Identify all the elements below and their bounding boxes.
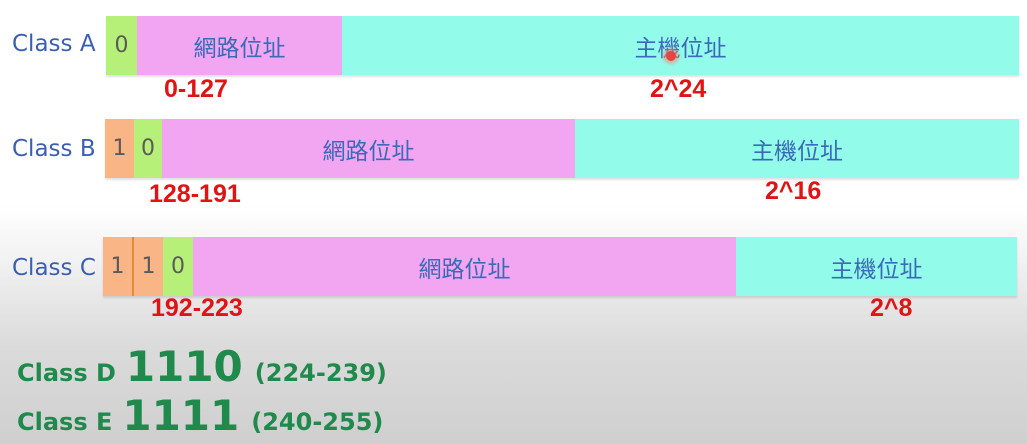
class-c-host-count: 2^8: [870, 294, 913, 322]
class-a-network-segment: 網路位址: [137, 16, 342, 75]
class-a-bar: 0 網路位址 主機位址: [106, 16, 1019, 75]
class-b-bit-1-value: 1: [112, 136, 127, 161]
class-c-bit-2: 1: [134, 237, 163, 296]
class-a-range: 0-127: [164, 75, 228, 103]
class-c-bit-3-value: 0: [171, 254, 185, 279]
class-b-bar: 1 0 網路位址 主機位址: [105, 119, 1019, 178]
class-e-bits: 1111: [122, 391, 240, 440]
class-b-bit-2: 0: [134, 119, 162, 178]
class-b-host-segment: 主機位址: [575, 119, 1019, 178]
class-c-bit-1: 1: [103, 237, 134, 296]
class-b-bit-1: 1: [105, 119, 134, 178]
class-d-label: Class D: [17, 359, 116, 387]
class-c-bit-2-value: 1: [141, 254, 156, 279]
class-d-range: (224-239): [254, 359, 387, 387]
class-c-bit-3: 0: [163, 237, 193, 296]
class-a-host-label: 主機位址: [634, 35, 727, 62]
class-c-label: Class C: [12, 255, 96, 281]
class-a-label: Class A: [12, 31, 96, 57]
class-a-network-label: 網路位址: [193, 35, 286, 62]
class-a-bit-1-value: 0: [114, 33, 129, 58]
class-e-row: Class E 1111 (240-255): [17, 391, 383, 440]
class-c-network-segment: 網路位址: [193, 237, 736, 296]
class-c-bit-1-value: 1: [110, 254, 125, 279]
class-a-host-count: 2^24: [650, 75, 707, 103]
class-c-host-label: 主機位址: [830, 256, 923, 283]
class-b-label: Class B: [12, 136, 96, 162]
class-c-network-label: 網路位址: [418, 256, 511, 283]
class-b-network-segment: 網路位址: [162, 119, 575, 178]
class-b-host-label: 主機位址: [751, 138, 843, 165]
class-c-range: 192-223: [151, 294, 243, 322]
class-b-host-count: 2^16: [765, 177, 822, 205]
class-a-bit-1: 0: [106, 16, 137, 75]
class-b-bit-2-value: 0: [141, 136, 155, 161]
class-d-bits: 1110: [125, 342, 243, 391]
class-b-range: 128-191: [149, 180, 241, 208]
class-a-host-segment: 主機位址: [342, 16, 1019, 75]
class-e-range: (240-255): [251, 408, 384, 436]
mouse-cursor-icon: [666, 51, 676, 61]
class-b-network-label: 網路位址: [322, 138, 415, 165]
class-c-host-segment: 主機位址: [736, 237, 1017, 296]
class-d-row: Class D 1110 (224-239): [17, 342, 387, 391]
class-c-bar: 1 1 0 網路位址 主機位址: [103, 237, 1017, 296]
class-e-label: Class E: [17, 408, 113, 436]
